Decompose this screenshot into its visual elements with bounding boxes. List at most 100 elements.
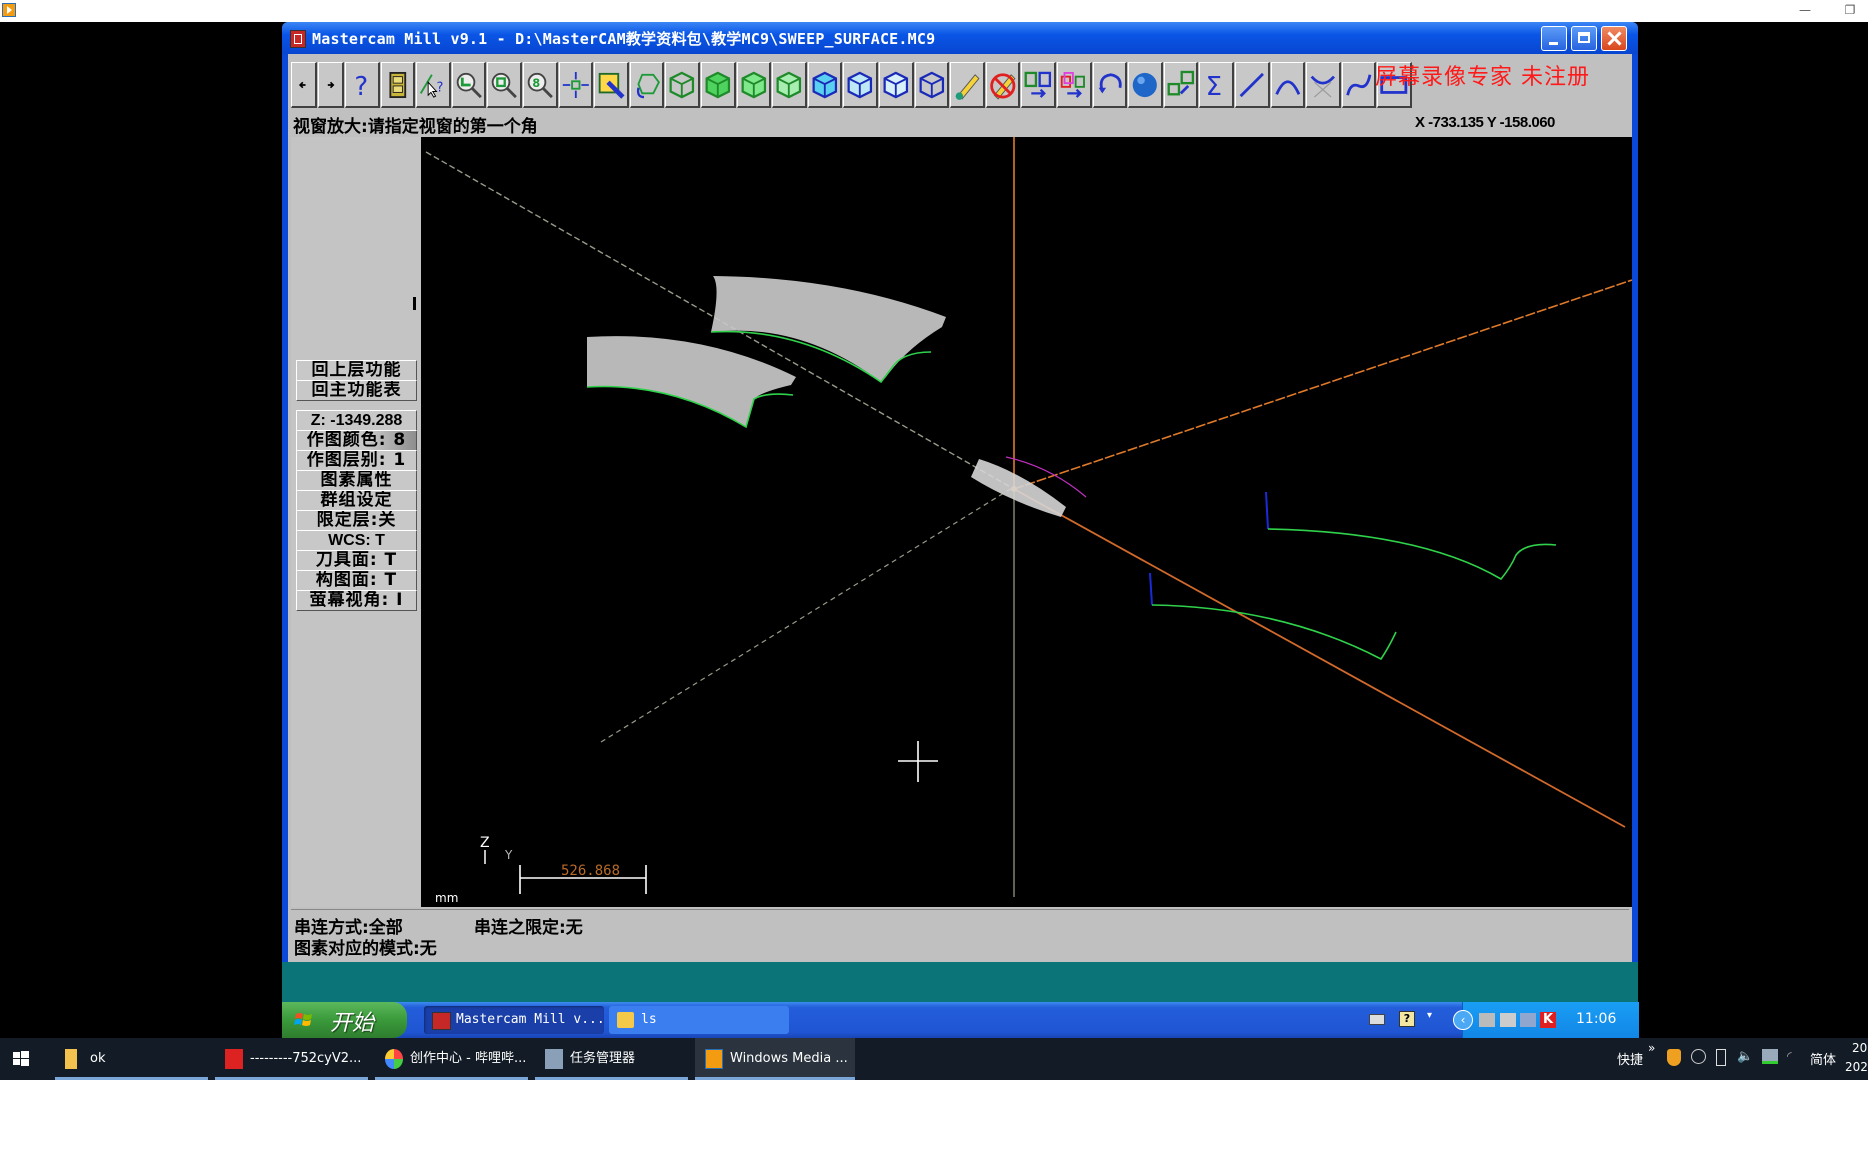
back-arrow-icon xyxy=(298,81,306,88)
host-restore-button[interactable]: ❐ xyxy=(1840,2,1860,18)
menu-item-z-depth[interactable]: Z: -1349.288 xyxy=(296,410,417,431)
toolbar-button-help[interactable]: ? xyxy=(345,62,380,108)
menu-item-entity-attributes[interactable]: 图素属性 xyxy=(296,470,417,491)
toolbar-button-line[interactable] xyxy=(1235,62,1270,108)
toolbar-button-arc[interactable] xyxy=(1270,62,1306,108)
network-status-icon[interactable] xyxy=(1762,1049,1778,1064)
network-icon[interactable] xyxy=(1520,1013,1536,1027)
maximize-button[interactable] xyxy=(1571,26,1597,51)
geometry-canvas[interactable]: Z Y 526.868 mm xyxy=(421,137,1632,907)
toolbar-button-zoom-fit[interactable]: 8 xyxy=(523,62,558,108)
toolbar-button-analyze[interactable]: ? xyxy=(416,62,451,108)
ime-indicator[interactable]: 简体 xyxy=(1810,1049,1836,1068)
mastercam-titlebar[interactable]: Mastercam Mill v9.1 - D:\MasterCAM教学资料包\… xyxy=(282,22,1638,54)
xp-task-label: Mastercam Mill v... xyxy=(456,1012,605,1027)
toolbar-button-zoom-out[interactable] xyxy=(487,62,522,108)
menu-item-draw-color[interactable]: 作图颜色: 8 xyxy=(296,430,417,451)
toolbar-button-zoom-window[interactable] xyxy=(451,62,487,108)
sweep-surface-lower[interactable] xyxy=(587,336,796,427)
taskbar-item-media-player[interactable]: Windows Media ... xyxy=(695,1038,855,1080)
toolbar-button-scale-copy[interactable] xyxy=(1163,62,1199,108)
prompt-bar: 视窗放大:请指定视窗的第一个角 X -733.135 Y -158.060 xyxy=(291,112,1629,137)
toolbar-button-shade-sphere[interactable] xyxy=(1128,62,1163,108)
tray-app-icon[interactable] xyxy=(1479,1013,1495,1027)
menu-item-draw-level[interactable]: 作图层别: 1 xyxy=(296,450,417,471)
toolbar-button-front-view-green[interactable] xyxy=(701,62,736,108)
toolbar-button-front-plane[interactable] xyxy=(843,62,878,108)
entity-mode-status: 图素对应的模式:无 xyxy=(294,939,437,959)
menu-item-group-settings[interactable]: 群组设定 xyxy=(296,490,417,511)
toolbar-button-iso-view[interactable] xyxy=(665,62,700,108)
clock-date[interactable]: 202 xyxy=(1845,1060,1868,1074)
window-title: Mastercam Mill v9.1 - D:\MasterCAM教学资料包\… xyxy=(312,30,936,48)
menu-item-tool-plane[interactable]: 刀具面: T xyxy=(296,550,417,571)
xp-clock[interactable]: 11:06 xyxy=(1576,1011,1616,1027)
folder-icon xyxy=(65,1049,77,1069)
graphics-viewport[interactable]: Z Y 526.868 mm xyxy=(421,137,1632,907)
menu-item-wcs[interactable]: WCS: T xyxy=(296,530,417,551)
cursor-coordinates: X -733.135 Y -158.060 xyxy=(1415,114,1555,131)
toolbar-button-pencil[interactable] xyxy=(950,62,985,108)
language-bar-icon[interactable]: ▾ xyxy=(1427,1010,1437,1024)
scale-bar-value: 526.868 xyxy=(561,863,620,879)
menu-item-back-to-main-menu[interactable]: 回主功能表 xyxy=(296,380,417,401)
toolbar-button-undo[interactable] xyxy=(1092,62,1128,108)
toolbar-button-back-arrow[interactable] xyxy=(291,62,317,108)
menu-item-mask-level[interactable]: 限定层:关 xyxy=(296,510,417,531)
toolbar-button-fillet[interactable] xyxy=(1306,62,1341,108)
profile-curve-upper[interactable] xyxy=(1267,528,1557,581)
toolbar-button-no-pencil[interactable] xyxy=(985,62,1021,108)
taskbar-item-task-manager[interactable]: 任务管理器 xyxy=(535,1038,688,1080)
toolbar-button-top-view-green[interactable] xyxy=(772,62,807,108)
main-menu-panel: 回上层功能 回主功能表 Z: -1349.288 作图颜色: 8 作图层别: 1 图素属性… xyxy=(291,137,422,907)
toolbar-button-side-plane[interactable] xyxy=(879,62,914,108)
toolbar-button-side-view-green[interactable] xyxy=(736,62,772,108)
close-button[interactable] xyxy=(1601,26,1627,51)
xp-start-button[interactable]: 开始 xyxy=(282,1002,407,1038)
security-shield-icon[interactable] xyxy=(1667,1049,1681,1066)
windows-start-icon[interactable] xyxy=(10,1048,32,1070)
keyboard-icon[interactable] xyxy=(1369,1014,1385,1025)
volume-icon[interactable]: 🔈 xyxy=(1737,1049,1753,1064)
toolbar-button-top-plane[interactable] xyxy=(807,62,843,108)
antivirus-icon[interactable]: K xyxy=(1540,1012,1556,1028)
toolbar-button-forward-arrow[interactable] xyxy=(318,62,344,108)
menu-item-back-to-parent[interactable]: 回上层功能 xyxy=(296,360,417,381)
task-manager-icon xyxy=(545,1049,563,1069)
undo-icon xyxy=(1098,72,1122,93)
host-minimize-button[interactable]: — xyxy=(1795,2,1815,18)
toolbar-button-mirror-copy[interactable] xyxy=(1057,62,1092,108)
menu-item-graphics-view[interactable]: 萤幕视角: I xyxy=(296,590,417,611)
letterbox-bottom xyxy=(0,1080,1868,1168)
toolbar-button-translate[interactable] xyxy=(1021,62,1056,108)
taskbar-item-browser[interactable]: 创作中心 - 哔哩哔... xyxy=(375,1038,528,1080)
menu-item-construction-plane[interactable]: 构图面: T xyxy=(296,570,417,591)
wifi-icon[interactable]: ◜ xyxy=(1787,1049,1792,1063)
taskbar-item-recorder[interactable]: ---------752cyV2... xyxy=(215,1038,368,1080)
toolbar-button-sigma[interactable]: Σ xyxy=(1199,62,1234,108)
side-plane-icon xyxy=(883,71,909,98)
mastercam-app-icon[interactable] xyxy=(290,30,306,48)
quick-launch-label[interactable]: 快捷 xyxy=(1617,1049,1643,1068)
taskbar-item-folder[interactable]: ok xyxy=(55,1038,208,1080)
help-tray-icon[interactable]: ? xyxy=(1399,1011,1415,1027)
sweep-surface-small[interactable] xyxy=(971,459,1066,517)
toolbar-button-file-cabinet[interactable] xyxy=(380,62,416,108)
minimize-button[interactable] xyxy=(1541,26,1567,51)
tray-app-icon[interactable] xyxy=(1500,1013,1516,1027)
toolbar-button-3d-plane[interactable] xyxy=(914,62,950,108)
triad-z-label: Z xyxy=(480,835,490,851)
toolbar-button-repaint[interactable] xyxy=(594,62,629,108)
clock-time[interactable]: 20 xyxy=(1852,1041,1867,1055)
analyze-icon: ? xyxy=(420,73,444,98)
satellite-icon[interactable] xyxy=(1691,1049,1706,1064)
xp-task-folder[interactable]: ls xyxy=(609,1006,789,1034)
toolbar-button-rotate-view[interactable] xyxy=(629,62,665,108)
toolbar-overflow-button[interactable]: » xyxy=(1648,1041,1655,1055)
toolbar-button-pan[interactable] xyxy=(558,62,594,108)
tray-expand-icon[interactable]: ‹ xyxy=(1453,1010,1473,1030)
toolbar-button-spline[interactable] xyxy=(1341,62,1377,108)
zoom-fit-icon: 8 xyxy=(527,72,553,98)
usb-icon[interactable] xyxy=(1716,1049,1726,1066)
xp-task-mastercam[interactable]: Mastercam Mill v... xyxy=(424,1006,605,1034)
